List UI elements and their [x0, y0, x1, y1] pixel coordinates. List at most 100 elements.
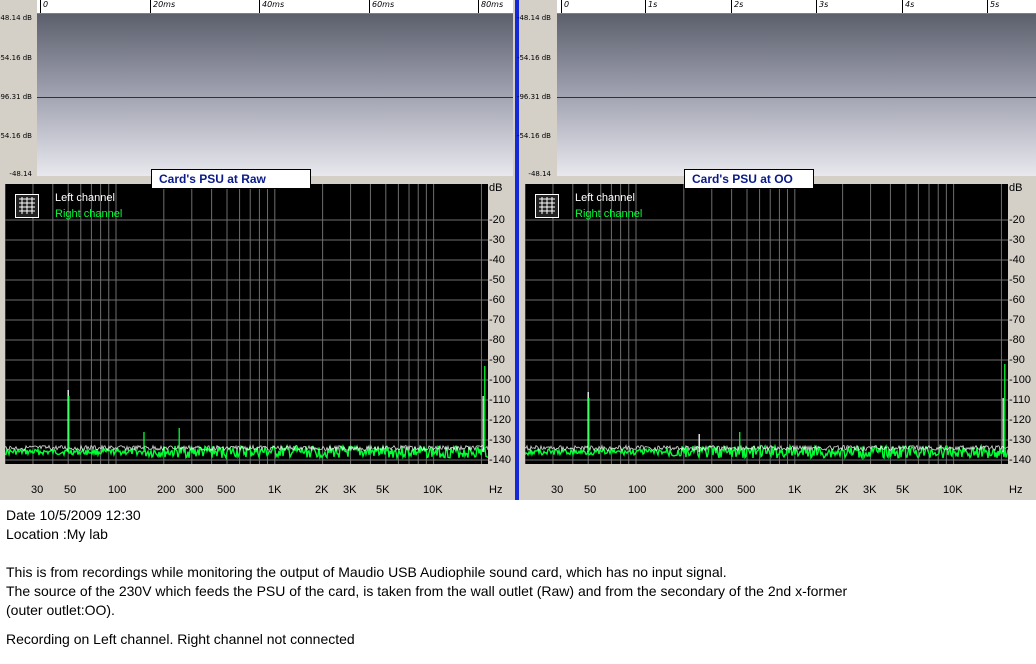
legend-right-channel: Right channel [575, 208, 643, 220]
legend-left-channel: Left channel [55, 192, 115, 204]
y-tick-label: -130 [1009, 434, 1032, 446]
y-tick-label: -60 [1009, 294, 1025, 306]
y-tick-label: -40 [1009, 254, 1025, 266]
x-tick-label: 500 [217, 484, 236, 496]
waveform-db-scale-left: -48.14 dB -54.16 dB -96.31 dB -54.16 dB … [0, 14, 34, 178]
description-line-2: The source of the 230V which feeds the P… [6, 583, 848, 599]
db-label: -48.14 [9, 170, 32, 178]
spectrum-view-left[interactable]: Left channel Right channel [5, 184, 488, 464]
ruler-tick: 5s [987, 0, 999, 13]
legend-right-channel: Right channel [55, 208, 123, 220]
spectrum-y-axis-right: dB -20 -30 -40 -50 -60 -70 -80 -90 -100 … [1009, 182, 1036, 484]
waveform-view-right[interactable] [557, 14, 1036, 176]
x-tick-label: 200 [157, 484, 176, 496]
y-tick-label: -60 [489, 294, 505, 306]
y-tick-label: -110 [489, 394, 511, 406]
left-analyzer-panel: 0 20ms 40ms 60ms 80ms -48.14 dB -54.16 d… [0, 0, 515, 500]
y-axis-unit: dB [1009, 182, 1023, 194]
spectrum-y-axis-left: dB -20 -30 -40 -50 -60 -70 -80 -90 -100 … [489, 182, 515, 484]
spectrum-view-right[interactable]: Left channel Right channel [525, 184, 1008, 464]
y-tick-label: -30 [1009, 234, 1025, 246]
description-line-3: (outer outlet:OO). [6, 602, 115, 618]
db-label: -48.14 dB [516, 14, 551, 22]
right-analyzer-panel: 0 1s 2s 3s 4s 5s -48.14 dB -54.16 dB -96… [516, 0, 1036, 500]
x-tick-label: 30 [31, 484, 44, 496]
time-ruler-right[interactable]: 0 1s 2s 3s 4s 5s [557, 0, 1036, 14]
x-tick-label: 3K [343, 484, 357, 496]
ruler-tick: 4s [902, 0, 914, 13]
spectrum-grid-icon[interactable] [535, 194, 559, 218]
x-tick-label: 1K [788, 484, 802, 496]
x-tick-label: 5K [376, 484, 390, 496]
x-tick-label: 10K [943, 484, 963, 496]
x-tick-label: 30 [551, 484, 564, 496]
waveform-db-scale-right: -48.14 dB -54.16 dB -96.31 dB -54.16 dB … [516, 14, 553, 178]
y-tick-label: -70 [1009, 314, 1025, 326]
x-tick-label: 10K [423, 484, 443, 496]
ruler-tick: 0 [40, 0, 48, 13]
ruler-tick: 2s [731, 0, 743, 13]
ruler-tick: 40ms [259, 0, 284, 13]
x-tick-label: 50 [584, 484, 597, 496]
y-tick-label: -50 [489, 274, 505, 286]
waveform-view-left[interactable] [37, 14, 513, 176]
y-tick-label: -120 [1009, 414, 1032, 426]
spectrum-grid-icon[interactable] [15, 194, 39, 218]
x-axis-unit: Hz [1009, 484, 1023, 496]
spectrum-legend-left: Left channel Right channel [55, 190, 122, 222]
x-tick-label: 300 [185, 484, 204, 496]
y-tick-label: -110 [1009, 394, 1031, 406]
y-tick-label: -140 [1009, 454, 1032, 466]
y-tick-label: -20 [1009, 214, 1025, 226]
y-tick-label: -80 [489, 334, 505, 346]
y-tick-label: -140 [489, 454, 512, 466]
db-label: -54.16 dB [516, 54, 551, 62]
card-label-left: Card's PSU at Raw [151, 169, 311, 189]
waveform-trace [557, 97, 1036, 98]
db-label: -48.14 dB [0, 14, 32, 22]
ruler-tick: 60ms [369, 0, 394, 13]
y-tick-label: -30 [489, 234, 505, 246]
spectrum-plot-right [525, 184, 1008, 464]
ruler-tick: 0 [561, 0, 569, 13]
ruler-tick: 20ms [150, 0, 175, 13]
x-tick-label: 2K [835, 484, 849, 496]
db-label: -54.16 dB [516, 132, 551, 140]
y-tick-label: -80 [1009, 334, 1025, 346]
left-channel-trace [525, 444, 1008, 452]
x-tick-label: 500 [737, 484, 756, 496]
date-line: Date 10/5/2009 12:30 [6, 507, 141, 523]
x-tick-label: 2K [315, 484, 329, 496]
y-tick-label: -130 [489, 434, 512, 446]
legend-left-channel: Left channel [575, 192, 635, 204]
y-tick-label: -90 [489, 354, 505, 366]
time-ruler-left[interactable]: 0 20ms 40ms 60ms 80ms [37, 0, 513, 14]
y-axis-unit: dB [489, 182, 503, 194]
db-label: -48.14 [528, 170, 551, 178]
y-tick-label: -50 [1009, 274, 1025, 286]
y-tick-label: -20 [489, 214, 505, 226]
y-tick-label: -100 [489, 374, 512, 386]
x-tick-label: 1K [268, 484, 282, 496]
x-tick-label: 300 [705, 484, 724, 496]
y-tick-label: -70 [489, 314, 505, 326]
recording-notes: Date 10/5/2009 12:30 Location :My lab Th… [6, 506, 1034, 649]
db-label: -54.16 dB [0, 54, 32, 62]
spectrum-x-axis-right: 30 50 100 200 300 500 1K 2K 3K 5K 10K Hz [525, 484, 1036, 498]
x-tick-label: 3K [863, 484, 877, 496]
y-tick-label: -120 [489, 414, 512, 426]
location-line: Location :My lab [6, 526, 108, 542]
y-tick-label: -100 [1009, 374, 1032, 386]
y-tick-label: -40 [489, 254, 505, 266]
x-axis-unit: Hz [489, 484, 503, 496]
x-tick-label: 100 [628, 484, 647, 496]
spectrum-legend-right: Left channel Right channel [575, 190, 642, 222]
spectrum-x-axis-left: 30 50 100 200 300 500 1K 2K 3K 5K 10K Hz [5, 484, 515, 498]
recording-line: Recording on Left channel. Right channel… [6, 631, 355, 647]
x-tick-label: 100 [108, 484, 127, 496]
db-label: -54.16 dB [0, 132, 32, 140]
x-tick-label: 50 [64, 484, 77, 496]
card-label-right: Card's PSU at OO [684, 169, 814, 189]
